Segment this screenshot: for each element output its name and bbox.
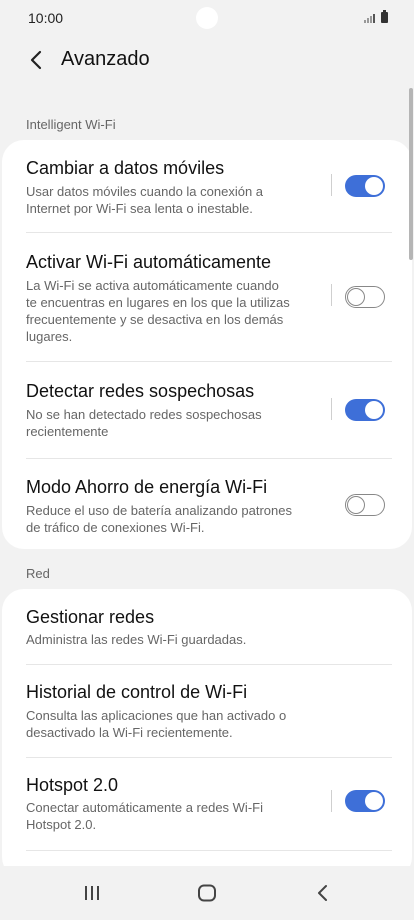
recent-apps-icon [85,886,99,900]
toggle-auto-wifi[interactable] [345,286,385,308]
status-icons [364,10,388,23]
divider-vertical [331,284,332,306]
setting-title: Hotspot 2.0 [26,775,119,795]
toggle-hotspot-2[interactable] [345,790,385,812]
status-bar: 10:00 [0,0,414,36]
setting-title: Cambiar a datos móviles [26,158,225,178]
scrollbar[interactable] [409,88,413,260]
app-bar: Avanzado [0,36,414,84]
setting-hotspot-2[interactable]: Hotspot 2.0 Conectar automáticamente a r… [2,758,412,850]
page-title: Avanzado [61,48,150,70]
setting-auto-wifi[interactable]: Activar Wi-Fi automáticamente La Wi-Fi s… [2,233,412,361]
setting-description: Usar datos móviles cuando la conexión aI… [26,184,264,216]
status-time: 10:00 [28,10,64,26]
setting-description: Administra las redes Wi-Fi guardadas. [26,632,247,647]
back-button[interactable] [22,46,50,74]
divider-vertical [331,398,332,420]
toggle-detect-suspicious-networks[interactable] [345,399,385,421]
setting-description: Consulta las aplicaciones que han activa… [26,708,287,740]
setting-switch-to-mobile-data[interactable]: Cambiar a datos móviles Usar datos móvil… [2,140,412,232]
setting-description: Conectar automáticamente a redes Wi-Fi Ho… [26,800,263,832]
section-label-red: Red [26,566,50,581]
setting-manage-networks[interactable]: Gestionar redes Administra las redes Wi-… [2,589,412,664]
setting-title: Modo Ahorro de energía Wi-Fi [26,477,268,497]
divider-vertical [331,790,332,812]
toggle-wifi-power-saving[interactable] [345,494,385,516]
home-icon [198,884,216,902]
battery-icon [381,10,388,23]
red-card: Gestionar redes Administra las redes Wi-… [2,589,412,879]
setting-title: Detectar redes sospechosas [26,381,255,401]
setting-title: Historial de control de Wi-Fi [26,682,248,702]
divider-vertical [331,174,332,196]
toggle-switch-to-mobile-data[interactable] [345,175,385,197]
setting-detect-suspicious-networks[interactable]: Detectar redes sospechosas No se han det… [2,362,412,458]
signal-icon [364,14,375,23]
chevron-left-icon [30,50,42,70]
setting-title: Activar Wi-Fi automáticamente [26,252,272,272]
setting-description: Reduce el uso de batería analizando patr… [26,503,292,535]
home-button[interactable] [192,880,222,906]
nav-back-icon [318,885,327,901]
camera-cutout [196,7,218,29]
row-divider [26,850,392,851]
setting-wifi-power-saving[interactable]: Modo Ahorro de energía Wi-Fi Reduce el u… [2,459,412,549]
intelligent-wifi-card: Cambiar a datos móviles Usar datos móvil… [2,140,412,549]
setting-description: No se han detectado redes sospechosas rec… [26,407,262,439]
setting-title: Gestionar redes [26,607,155,627]
nav-back-button[interactable] [308,880,338,906]
recent-apps-button[interactable] [77,880,107,906]
navigation-bar [0,866,414,920]
section-label-intelligent-wifi: Intelligent Wi-Fi [26,117,116,132]
setting-description: La Wi-Fi se activa automáticamente cuand… [26,278,290,344]
setting-wifi-control-history[interactable]: Historial de control de Wi-Fi Consulta l… [2,665,412,757]
